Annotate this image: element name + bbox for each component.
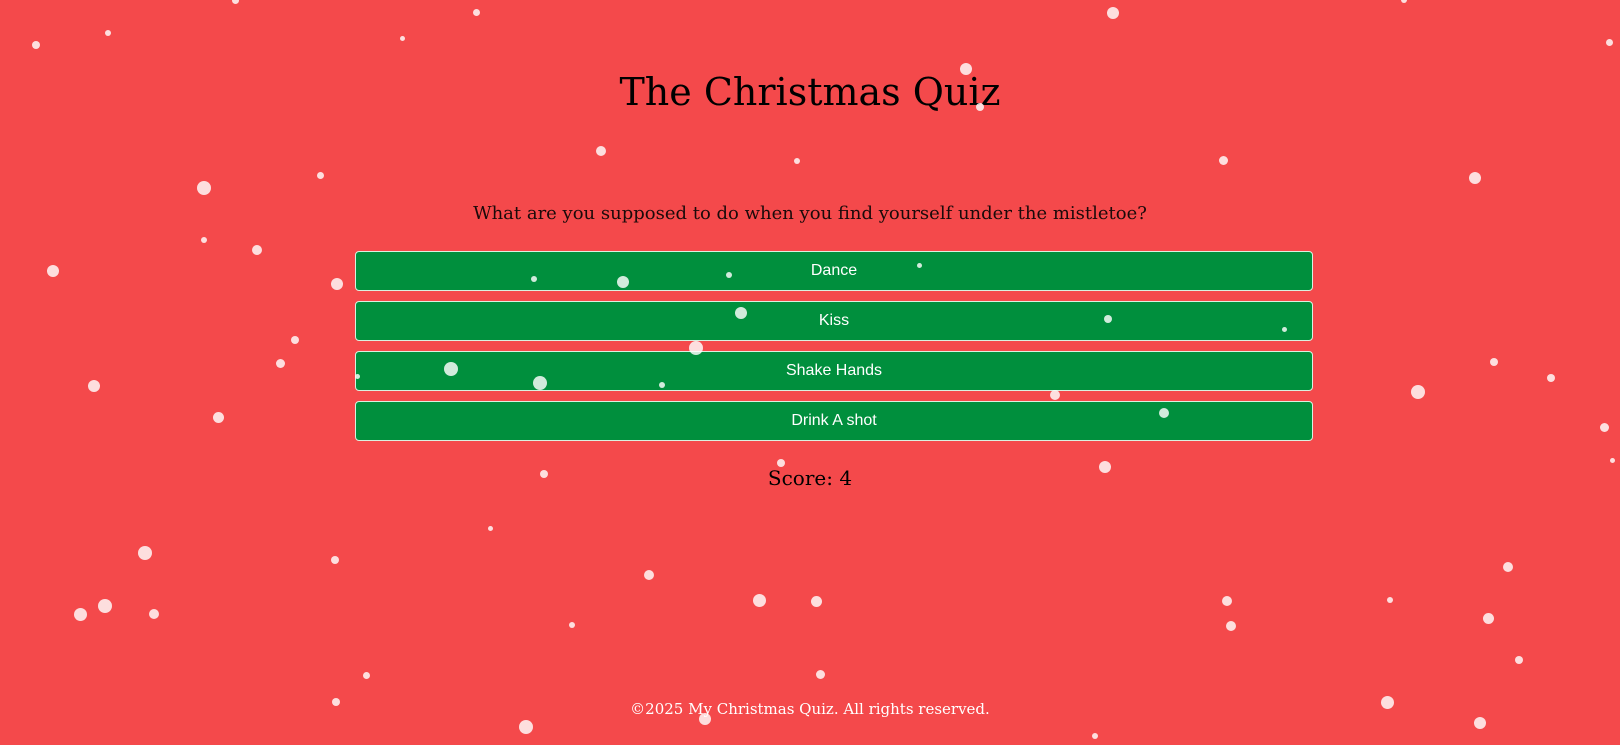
snowflake [98, 599, 112, 613]
footer-copyright: ©2025 My Christmas Quiz. All rights rese… [630, 700, 990, 718]
snowflake [1092, 733, 1098, 739]
snowflake [1547, 374, 1555, 382]
snowflake [644, 570, 654, 580]
snowflake [472, 8, 480, 16]
snowflake [519, 720, 533, 734]
snowflake [47, 265, 59, 277]
page-title: The Christmas Quiz [619, 70, 1001, 114]
snowflake [1474, 717, 1486, 729]
snowflake [596, 146, 606, 156]
snowflake [291, 336, 299, 344]
answer-button-drink-a-shot[interactable]: Drink A shot [355, 401, 1313, 441]
snowflake [331, 556, 339, 564]
snowflake [275, 358, 285, 368]
snowflake [105, 30, 111, 36]
snowflake [1387, 597, 1393, 603]
snowflake [201, 237, 207, 243]
snowflake [1411, 385, 1425, 399]
snowflake [569, 622, 575, 628]
score-display: Score: 4 [767, 466, 853, 490]
question-text: What are you supposed to do when you fin… [473, 203, 1147, 224]
snowflake [252, 245, 262, 255]
snowflake [399, 35, 405, 41]
snowflake [331, 278, 343, 290]
snowflake [362, 671, 370, 679]
snowflake [212, 411, 224, 423]
snowflake [32, 41, 40, 49]
snowflake [1490, 358, 1498, 366]
snowflake [1469, 172, 1481, 184]
snowflake [1503, 562, 1513, 572]
snowflake [1401, 0, 1407, 3]
snowflake [231, 0, 239, 4]
snowflake [1609, 457, 1615, 463]
snowflake [1482, 612, 1494, 624]
snowflake [316, 171, 324, 179]
snowflake [1226, 621, 1236, 631]
snowflake [149, 609, 159, 619]
answer-button-dance[interactable]: Dance [355, 251, 1313, 291]
snowflake [794, 158, 800, 164]
answer-button-kiss[interactable]: Kiss [355, 301, 1313, 341]
snowflake [197, 181, 211, 195]
snowflake [1515, 656, 1523, 664]
answer-button-shake-hands[interactable]: Shake Hands [355, 351, 1313, 391]
snowflake [487, 525, 493, 531]
snowflake [1222, 596, 1232, 606]
snowflake [752, 593, 766, 607]
snowflake [138, 546, 152, 560]
snowflake [1107, 7, 1119, 19]
snowflake [810, 595, 822, 607]
snowflake [1218, 155, 1228, 165]
snowflake [815, 669, 825, 679]
snowflake [73, 607, 87, 621]
snowflake [1599, 422, 1609, 432]
snowflake [1605, 38, 1613, 46]
answer-list: Dance Kiss Shake Hands Drink A shot [355, 251, 1313, 451]
snowflake [88, 380, 100, 392]
